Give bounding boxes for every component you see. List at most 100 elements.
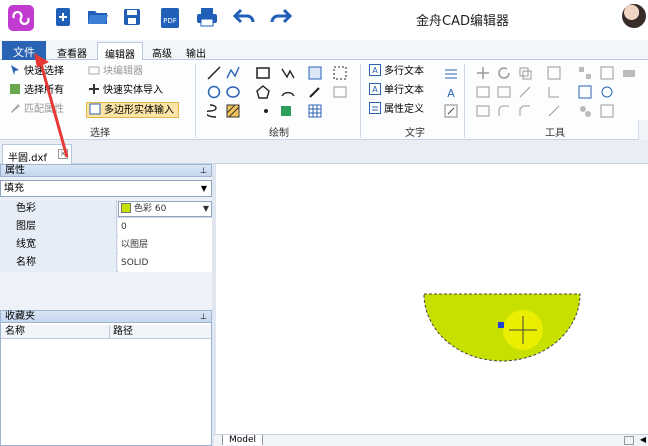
select-all-button[interactable]: 选择所有 bbox=[9, 83, 64, 99]
pen-icon[interactable] bbox=[308, 85, 322, 99]
property-value[interactable]: 0 bbox=[118, 218, 212, 236]
tab-viewer[interactable]: 查看器 bbox=[52, 42, 92, 60]
column-path[interactable]: 路径 bbox=[109, 325, 133, 338]
spline-icon[interactable] bbox=[281, 66, 295, 80]
pdf-icon[interactable]: PDF bbox=[158, 6, 182, 28]
trim-icon[interactable] bbox=[518, 85, 532, 99]
insert-block-icon[interactable] bbox=[308, 66, 322, 80]
new-file-icon[interactable] bbox=[52, 6, 76, 28]
property-value[interactable]: SOLID bbox=[118, 254, 212, 272]
explode-icon[interactable] bbox=[600, 66, 614, 80]
drawing-canvas[interactable] bbox=[216, 164, 648, 434]
scroll-left-icon[interactable]: ◀ bbox=[640, 435, 646, 444]
drawing-svg bbox=[423, 293, 581, 362]
move-icon[interactable] bbox=[476, 66, 490, 80]
stretch-icon[interactable] bbox=[476, 104, 490, 118]
text-pencil-icon[interactable] bbox=[444, 104, 458, 118]
text-edit-icon[interactable]: A bbox=[444, 85, 458, 99]
rectangle-icon[interactable] bbox=[256, 66, 270, 80]
app-logo-icon[interactable] bbox=[8, 5, 34, 31]
pin-icon[interactable]: ⊥ bbox=[200, 311, 207, 322]
text-style-icon[interactable] bbox=[444, 66, 458, 80]
properties-tool-icon[interactable] bbox=[600, 104, 614, 118]
rotate-icon[interactable] bbox=[497, 66, 511, 80]
property-value[interactable]: 以图层 bbox=[118, 236, 212, 254]
svg-text:A: A bbox=[372, 85, 378, 94]
extend-icon[interactable] bbox=[547, 85, 561, 99]
offset-icon[interactable] bbox=[497, 85, 511, 99]
title-bar: PDF 金舟CAD编辑器 bbox=[0, 0, 648, 40]
ribbon-separator bbox=[195, 64, 196, 138]
polygon-draw-icon[interactable] bbox=[256, 85, 270, 99]
join-icon[interactable] bbox=[600, 85, 614, 99]
image-icon[interactable] bbox=[333, 85, 347, 99]
hatch-icon[interactable] bbox=[226, 104, 250, 118]
svg-text:PDF: PDF bbox=[163, 17, 177, 25]
chamfer-icon[interactable] bbox=[518, 104, 532, 118]
property-name: 色彩 bbox=[0, 200, 117, 218]
block-icon bbox=[88, 64, 100, 76]
svg-text:A: A bbox=[447, 87, 455, 99]
color-swatch bbox=[121, 203, 131, 213]
printer-tool-icon[interactable] bbox=[622, 66, 636, 80]
mtext-button[interactable]: A 多行文本 bbox=[369, 64, 424, 80]
layout-tab-model[interactable]: Model bbox=[222, 435, 264, 445]
tab-output[interactable]: 输出 bbox=[182, 42, 210, 60]
polygon-entity-input-button[interactable]: 多边形实体输入 bbox=[86, 102, 179, 118]
mirror-icon[interactable] bbox=[476, 85, 490, 99]
polyline-icon[interactable] bbox=[226, 66, 240, 80]
pin-icon[interactable]: ⊥ bbox=[200, 165, 207, 176]
tab-editor[interactable]: 编辑器 bbox=[97, 42, 143, 61]
scroll-left-button[interactable] bbox=[624, 436, 634, 445]
quick-select-icon bbox=[9, 64, 21, 76]
break-icon[interactable] bbox=[578, 85, 592, 99]
document-tab[interactable]: 半圆.dxf × bbox=[2, 144, 72, 164]
ellipse-icon[interactable] bbox=[226, 85, 240, 99]
chevron-down-icon: ▼ bbox=[202, 204, 209, 213]
open-folder-icon[interactable] bbox=[86, 6, 110, 28]
line-icon[interactable] bbox=[207, 66, 221, 80]
property-grid: 色彩 色彩 60 ▼ 图层 0 线宽 以图层 名称 SOLID bbox=[0, 200, 212, 272]
window-title: 金舟CAD编辑器 bbox=[416, 14, 509, 29]
color-select[interactable]: 色彩 60 ▼ bbox=[118, 201, 212, 217]
array-icon[interactable] bbox=[578, 66, 592, 80]
point-icon[interactable] bbox=[259, 104, 273, 118]
property-row: 名称 SOLID bbox=[0, 254, 212, 272]
entity-type-select[interactable]: 填充 ▼ bbox=[0, 180, 212, 197]
circle-icon[interactable] bbox=[207, 85, 221, 99]
region-icon[interactable] bbox=[333, 66, 347, 80]
block-editor-button[interactable]: 块编辑器 bbox=[88, 64, 143, 80]
ribbon-tab-bar: 文件 查看器 编辑器 高级 输出 bbox=[0, 40, 648, 61]
user-avatar[interactable] bbox=[622, 4, 646, 28]
quick-entity-import-button[interactable]: 快速实体导入 bbox=[88, 83, 163, 99]
fillet-icon[interactable] bbox=[497, 104, 511, 118]
scale-icon[interactable] bbox=[547, 66, 561, 80]
lengthen-icon[interactable] bbox=[547, 104, 561, 118]
close-tab-icon[interactable]: × bbox=[58, 149, 68, 159]
chevron-down-icon: ▼ bbox=[200, 184, 208, 193]
curve-icon[interactable] bbox=[207, 104, 221, 118]
save-icon[interactable] bbox=[121, 6, 145, 28]
property-row: 图层 0 bbox=[0, 218, 212, 236]
grip-point[interactable] bbox=[498, 322, 504, 328]
print-icon[interactable] bbox=[195, 6, 219, 28]
ribbon-separator bbox=[360, 64, 361, 138]
quick-select-button[interactable]: 快速选择 bbox=[9, 64, 64, 80]
column-name[interactable]: 名称 bbox=[5, 325, 25, 338]
wipeout-icon[interactable] bbox=[279, 104, 293, 118]
arc-icon[interactable] bbox=[281, 85, 295, 99]
favorites-columns: 名称 路径 bbox=[1, 325, 211, 339]
ribbon-panel: 快速选择 选择所有 匹配属性 块编辑器 快速实体导入 多边形实体输入 选择 绘制… bbox=[0, 60, 648, 200]
tab-advanced[interactable]: 高级 bbox=[148, 42, 176, 60]
tab-file[interactable]: 文件 bbox=[2, 41, 46, 60]
undo-icon[interactable] bbox=[232, 6, 256, 28]
table-icon[interactable] bbox=[308, 104, 322, 118]
measure-icon[interactable] bbox=[578, 104, 592, 118]
single-line-text-button[interactable]: A 单行文本 bbox=[369, 83, 424, 99]
copy-icon[interactable] bbox=[518, 66, 532, 80]
group-label-select: 选择 bbox=[90, 128, 110, 139]
redo-icon[interactable] bbox=[269, 6, 293, 28]
property-row: 色彩 色彩 60 ▼ bbox=[0, 200, 212, 218]
attribute-definition-button[interactable]: 属性定义 bbox=[369, 102, 424, 118]
match-properties-button[interactable]: 匹配属性 bbox=[9, 102, 64, 118]
